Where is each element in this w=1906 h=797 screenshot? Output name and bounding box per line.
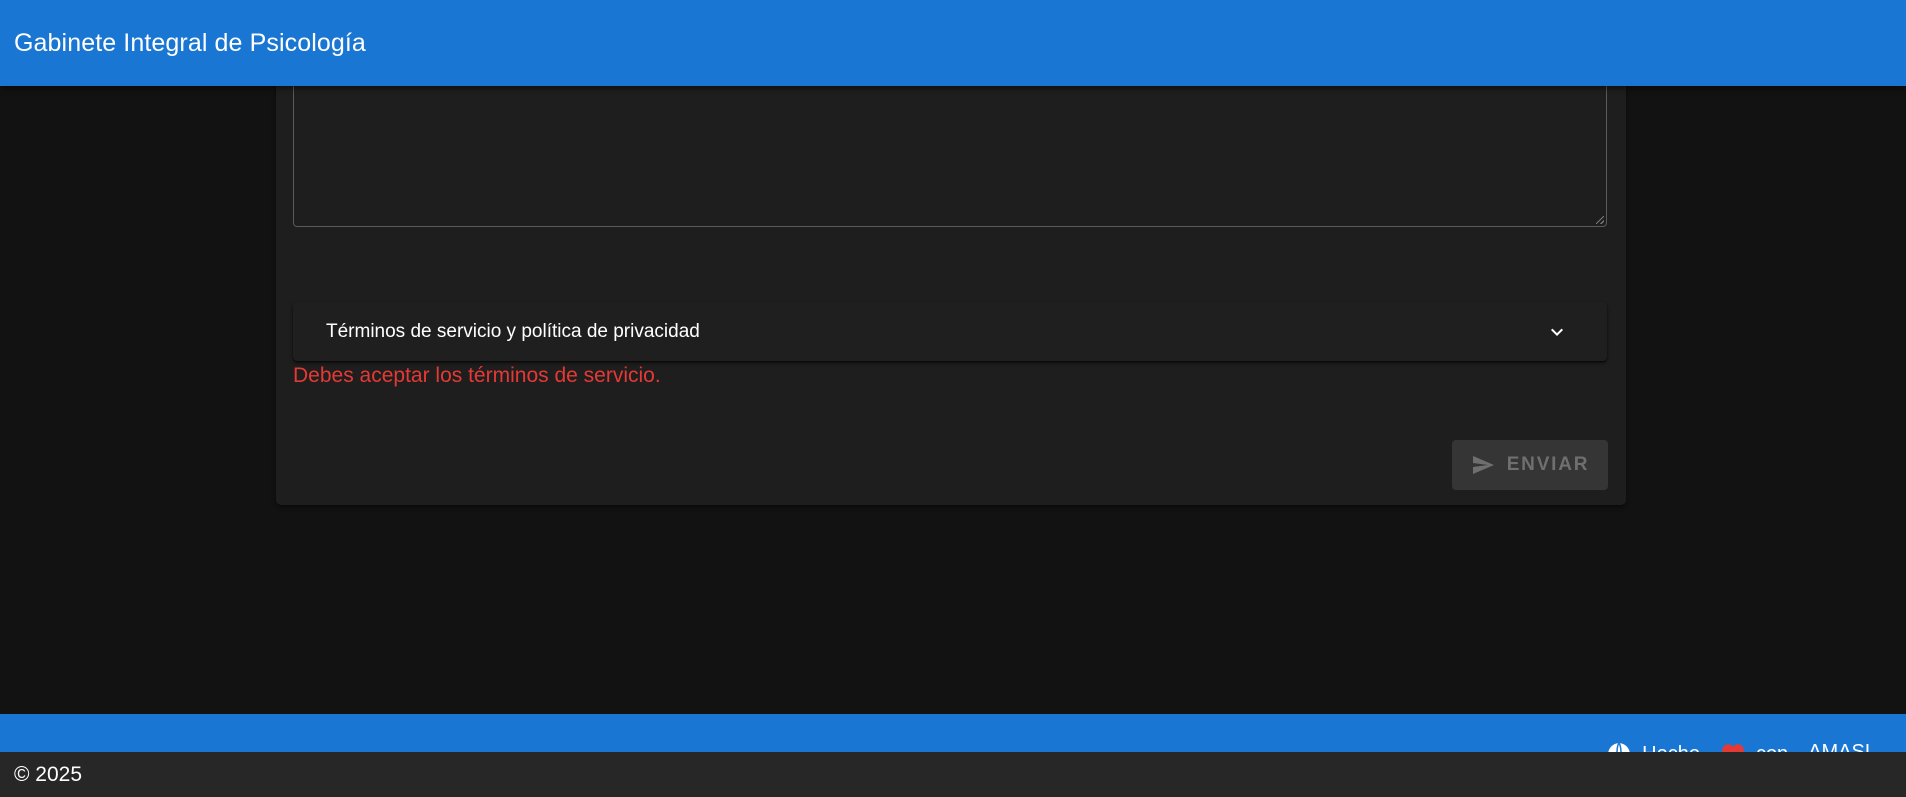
- app-title: Gabinete Integral de Psicología: [14, 28, 366, 57]
- copyright-bar: © 2025: [0, 752, 1906, 797]
- resize-handle-icon[interactable]: [1596, 216, 1604, 224]
- contact-form-card: Términos de servicio y política de priva…: [276, 40, 1626, 505]
- heart-icon: [1720, 741, 1746, 752]
- footer-credits: Hecho con AMASL: [1606, 741, 1876, 752]
- footer-item-with: con: [1720, 741, 1788, 752]
- app-bar: Gabinete Integral de Psicología: [0, 0, 1906, 86]
- footer-author-label[interactable]: AMASL: [1808, 741, 1876, 752]
- send-icon: [1471, 453, 1495, 477]
- footer-item-author[interactable]: AMASL: [1808, 741, 1876, 752]
- footer-item-made: Hecho: [1606, 741, 1700, 752]
- copyright-text: © 2025: [14, 762, 83, 786]
- terms-accordion-label: Términos de servicio y política de priva…: [326, 320, 700, 342]
- footer-made-label: Hecho: [1642, 743, 1700, 753]
- footer-bar: Hecho con AMASL: [0, 714, 1906, 752]
- terms-error-message: Debes aceptar los términos de servicio.: [293, 364, 661, 387]
- footer-with-label: con: [1756, 743, 1788, 753]
- send-button-label: ENVIAR: [1506, 454, 1590, 475]
- chevron-down-icon[interactable]: [1545, 320, 1569, 344]
- terms-accordion[interactable]: Términos de servicio y política de priva…: [293, 302, 1607, 361]
- globe-icon: [1606, 741, 1632, 752]
- send-button[interactable]: ENVIAR: [1452, 440, 1608, 490]
